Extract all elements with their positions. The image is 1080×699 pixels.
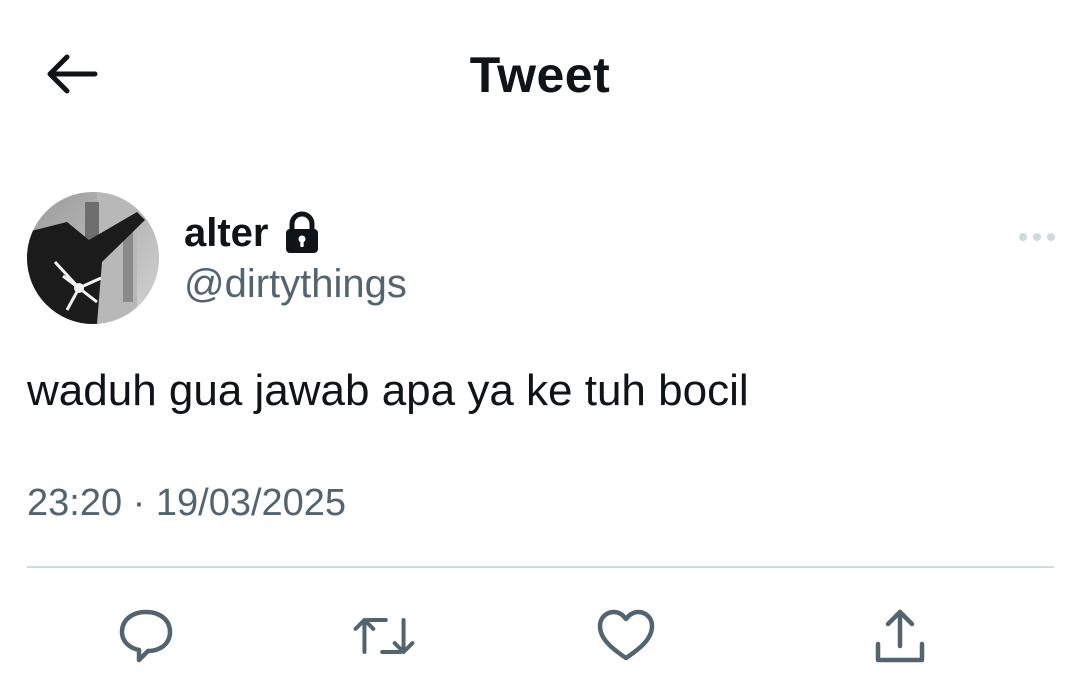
- tweet-time: 23:20: [27, 482, 123, 524]
- display-name[interactable]: alter: [184, 211, 269, 256]
- page-title: Tweet: [469, 47, 611, 103]
- author-name-row: alter: [184, 207, 321, 259]
- more-options-button[interactable]: [1012, 222, 1062, 252]
- lock-icon: [283, 211, 321, 255]
- reply-bubble-icon: [119, 609, 173, 663]
- retweet-icon: [353, 618, 415, 654]
- tweet-text: waduh gua jawab apa ya ke tuh bocil: [27, 366, 749, 415]
- meta-separator: ·: [132, 482, 146, 524]
- like-button[interactable]: [594, 604, 658, 668]
- retweet-button[interactable]: [352, 604, 416, 668]
- share-upload-icon: [875, 609, 925, 663]
- tweet-date: 19/03/2025: [155, 482, 347, 524]
- heart-icon: [597, 609, 655, 661]
- user-handle[interactable]: @dirtythings: [184, 262, 407, 307]
- tweet-timestamp[interactable]: 23:20 · 19/03/2025: [27, 482, 346, 525]
- avatar-image: [27, 192, 159, 324]
- more-dots-icon: [1019, 233, 1055, 241]
- divider: [27, 566, 1054, 568]
- tweet-header: Tweet: [0, 0, 1080, 150]
- reply-button[interactable]: [114, 604, 178, 668]
- avatar[interactable]: [27, 192, 159, 324]
- share-button[interactable]: [868, 604, 932, 668]
